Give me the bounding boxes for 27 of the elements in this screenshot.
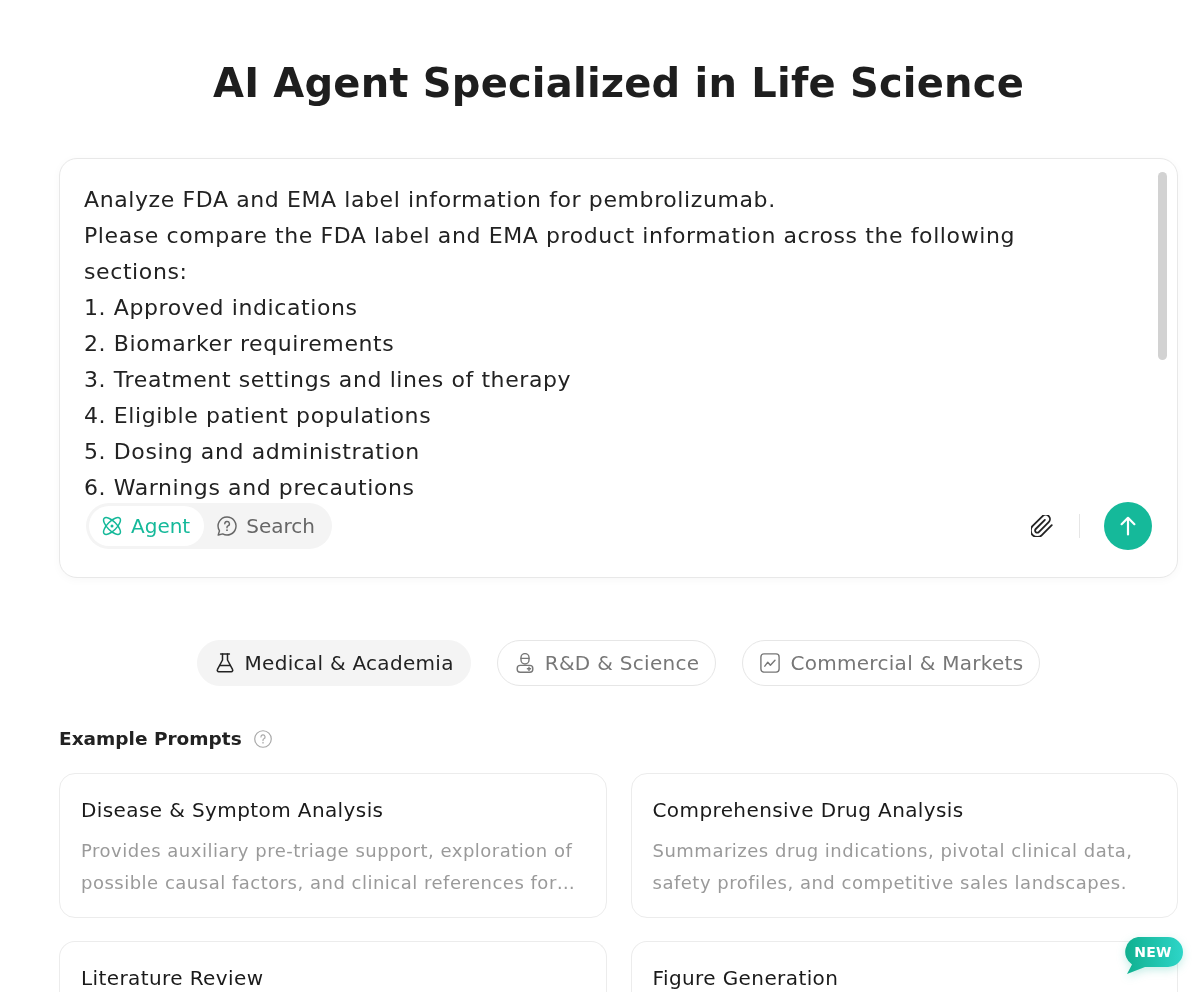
card-description: Summarizes drug indications, pivotal clinical data, safety profiles, and competitive sales landscapes.	[652, 839, 1134, 895]
category-tab[interactable]: Commercial & Markets	[742, 640, 1041, 686]
prompt-input[interactable]: Analyze FDA and EMA label information for pembrolizumab. Please compare the FDA label and EMA product information across the following sections: 1. Approved indications 2. Biomarker requirements 3. Treatment settings and lines of therapy 4. Eligible patient populations 5. Dosing and administration 6. Warnings and precautions Agent Search	[59, 158, 1178, 578]
person-icon	[514, 653, 535, 673]
arrow-up-icon	[1118, 516, 1138, 536]
page-title: AI Agent Specialized in Life Science	[212, 59, 1025, 108]
category-tab[interactable]: Medical & Academia	[196, 640, 471, 686]
card-title: Literature Review	[81, 965, 265, 992]
send-button[interactable]	[1104, 502, 1152, 550]
prompt-card[interactable]: Literature Review	[59, 941, 607, 992]
card-description: Provides auxiliary pre-triage support, exploration of possible causal factors, and clinical references for…	[81, 839, 577, 895]
line-chart-icon	[760, 653, 781, 673]
section-heading: Example Prompts	[59, 727, 242, 751]
new-badge: NEW	[1123, 937, 1183, 974]
question-bubble-icon	[217, 516, 238, 536]
paperclip-icon[interactable]	[1031, 515, 1053, 537]
card-title: Disease & Symptom Analysis	[81, 797, 385, 824]
flask-icon	[214, 653, 235, 673]
category-tab[interactable]: R&D & Science	[496, 640, 717, 686]
atom-icon	[102, 516, 122, 536]
mode-option[interactable]: Search	[204, 506, 329, 546]
prompt-card[interactable]: Disease & Symptom Analysis Provides auxiliary pre-triage support, exploration of possible causal factors, and clinical references for…	[59, 773, 607, 918]
card-title: Figure Generation	[652, 965, 840, 992]
help-icon[interactable]	[253, 730, 272, 748]
card-title: Comprehensive Drug Analysis	[652, 797, 965, 824]
scrollbar-thumb[interactable]	[1158, 172, 1167, 360]
prompt-card[interactable]: Comprehensive Drug Analysis Summarizes drug indications, pivotal clinical data, safety profiles, and competitive sales landscapes.	[630, 773, 1178, 918]
